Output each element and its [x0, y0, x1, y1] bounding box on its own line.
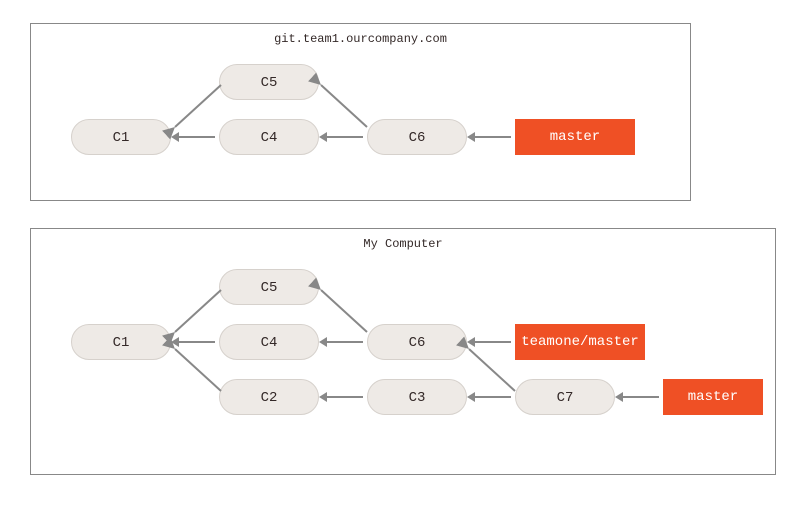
arrow	[313, 79, 371, 137]
ref-master-remote: master	[515, 119, 635, 155]
arrow	[473, 136, 511, 138]
commit-c6: C6	[367, 324, 467, 360]
arrow	[167, 284, 225, 342]
remote-title: git.team1.ourcompany.com	[31, 32, 690, 46]
commit-c4: C4	[219, 324, 319, 360]
arrow	[621, 396, 659, 398]
arrow	[167, 79, 225, 137]
commit-c7: C7	[515, 379, 615, 415]
local-frame: My Computer C5 C1 C4 C6 teamone/master C…	[30, 228, 776, 475]
arrow	[461, 341, 519, 399]
commit-c3: C3	[367, 379, 467, 415]
commit-c6: C6	[367, 119, 467, 155]
commit-c5: C5	[219, 64, 319, 100]
commit-c1: C1	[71, 324, 171, 360]
ref-teamone-master: teamone/master	[515, 324, 645, 360]
arrow	[167, 341, 225, 399]
remote-frame: git.team1.ourcompany.com C5 C1 C4 C6 mas…	[30, 23, 691, 201]
arrow	[325, 396, 363, 398]
commit-c5: C5	[219, 269, 319, 305]
arrow	[313, 284, 371, 342]
local-title: My Computer	[31, 237, 775, 251]
ref-master-local: master	[663, 379, 763, 415]
commit-c2: C2	[219, 379, 319, 415]
commit-c4: C4	[219, 119, 319, 155]
commit-c1: C1	[71, 119, 171, 155]
